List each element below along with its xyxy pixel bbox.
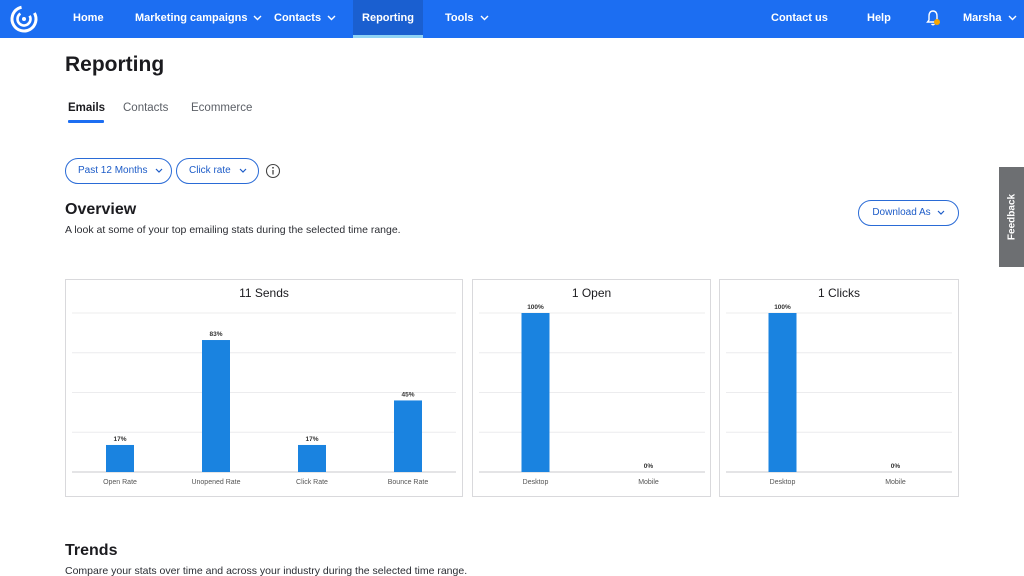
x-tick-label: Mobile [885, 479, 906, 486]
download-as-button[interactable]: Download As [858, 200, 959, 226]
metric-value: Click rate [189, 165, 231, 176]
overview-subtitle: A look at some of your top emailing stat… [65, 224, 401, 236]
nav-home-label: Home [73, 12, 104, 24]
chart-card-sends: 11 Sends 17% Open Rate 83% Unopened Rate 17%… [65, 279, 463, 497]
download-as-label: Download As [872, 207, 931, 218]
x-tick-label: Open Rate [103, 479, 137, 486]
opens-bar-chart: 100% Desktop 0% Mobile [479, 304, 705, 486]
notification-dot [934, 19, 940, 25]
bar [521, 313, 550, 472]
time-range-dropdown[interactable]: Past 12 Months [65, 158, 172, 184]
tab-ecommerce[interactable]: Ecommerce [191, 102, 252, 114]
nav-marketing-label: Marketing campaigns [135, 12, 248, 24]
metric-dropdown[interactable]: Click rate [176, 158, 259, 184]
sends-bar-chart: 17% Open Rate 83% Unopened Rate 17% Click Rat… [72, 312, 456, 486]
bar [768, 313, 797, 472]
constant-contact-logo-icon[interactable] [9, 4, 39, 34]
data-label: 83% [209, 331, 222, 338]
data-label: 17% [113, 436, 126, 443]
nav-home[interactable]: Home [73, 0, 104, 38]
bar [202, 340, 230, 472]
active-tab-indicator [68, 120, 104, 123]
x-tick-label: Mobile [638, 479, 659, 486]
trends-title: Trends [65, 542, 118, 559]
feedback-label: Feedback [1006, 193, 1017, 241]
chevron-down-icon [239, 168, 247, 173]
feedback-tab[interactable]: Feedback [999, 167, 1024, 267]
tab-emails[interactable]: Emails [68, 102, 105, 114]
nav-user-label: Marsha [963, 12, 1002, 24]
nav-tools[interactable]: Tools [445, 0, 489, 38]
chevron-down-icon [327, 15, 336, 21]
chevron-down-icon [937, 210, 945, 215]
bar [394, 400, 422, 472]
top-navbar: Home Marketing campaigns Contacts Report… [0, 0, 1024, 38]
chevron-down-icon [480, 15, 489, 21]
info-icon[interactable] [265, 163, 281, 179]
nav-contact-us[interactable]: Contact us [771, 0, 828, 38]
chart-card-opens: 1 Open 100% Desktop 0% Mobile [472, 279, 711, 497]
nav-tools-label: Tools [445, 12, 474, 24]
data-label: 45% [401, 391, 414, 398]
nav-reporting-label: Reporting [362, 12, 414, 24]
overview-title: Overview [65, 201, 137, 218]
page-title: Reporting [65, 53, 165, 76]
data-label: 17% [305, 436, 318, 443]
data-label: 0% [891, 463, 901, 470]
nav-reporting[interactable]: Reporting [353, 0, 423, 38]
chevron-down-icon [253, 15, 262, 21]
nav-help[interactable]: Help [867, 0, 891, 38]
tab-contacts[interactable]: Contacts [123, 102, 168, 114]
x-tick-label: Unopened Rate [191, 479, 240, 486]
data-label: 100% [774, 304, 791, 311]
data-label: 0% [644, 463, 654, 470]
clicks-bar-chart: 100% Desktop 0% Mobile [726, 304, 952, 486]
nav-contacts[interactable]: Contacts [274, 0, 336, 38]
nav-help-label: Help [867, 12, 891, 24]
chart-card-clicks: 1 Clicks 100% Desktop 0% Mobile [719, 279, 959, 497]
x-tick-label: Desktop [770, 479, 796, 486]
nav-contacts-label: Contacts [274, 12, 322, 24]
x-tick-label: Bounce Rate [388, 479, 429, 486]
bar [298, 444, 326, 472]
x-tick-label: Click Rate [296, 479, 328, 486]
chevron-down-icon [1008, 15, 1017, 21]
x-tick-label: Desktop [523, 479, 549, 486]
nav-user-menu[interactable]: Marsha [963, 0, 1017, 38]
trends-subtitle: Compare your stats over time and across … [65, 565, 468, 576]
time-range-value: Past 12 Months [78, 165, 148, 176]
data-label: 100% [527, 304, 544, 311]
chevron-down-icon [156, 168, 163, 173]
bar [106, 444, 134, 472]
nav-contact-us-label: Contact us [771, 12, 828, 24]
nav-marketing-campaigns[interactable]: Marketing campaigns [135, 0, 262, 38]
